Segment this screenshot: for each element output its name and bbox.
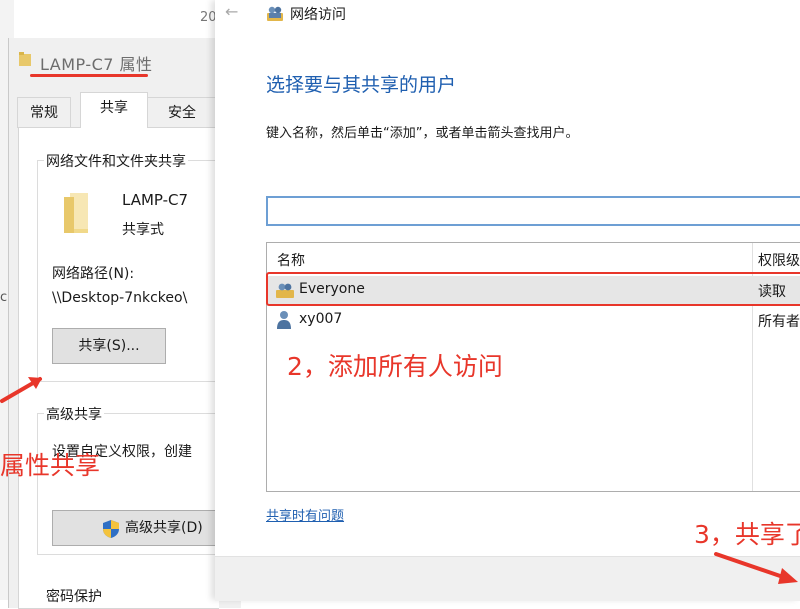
annotation-arrow-icon [0, 377, 42, 403]
annotation-step2: 2，添加所有人访问 [287, 352, 503, 381]
share-button[interactable]: 共享(S)... [52, 328, 166, 364]
annotation-step1: 属性共享 [0, 451, 101, 480]
wizard-window-title: 网络访问 [290, 7, 346, 23]
advanced-sharing-button-label: 高级共享(D) [125, 520, 203, 536]
password-protection-label: 密码保护 [44, 586, 104, 606]
network-users-icon [267, 6, 283, 21]
user-name: xy007 [299, 311, 343, 327]
tab-general[interactable]: 常规 [17, 97, 71, 128]
uac-shield-icon [103, 520, 119, 538]
shared-folder-icon [64, 193, 88, 233]
network-path-label: 网络路径(N): [52, 266, 135, 282]
tab-security[interactable]: 安全 [147, 97, 217, 128]
wizard-description: 键入名称，然后单击“添加”，或者单击箭头查找用户。 [266, 126, 579, 141]
back-arrow-icon[interactable]: ← [225, 2, 238, 21]
network-sharing-label: 网络文件和文件夹共享 [44, 151, 188, 171]
column-header-permission[interactable]: 权限级 [758, 250, 800, 270]
annotation-arrow-icon [714, 552, 798, 584]
background-fragment: c [0, 290, 8, 305]
user-permission[interactable]: 所有者 [758, 311, 800, 331]
annotation-step3: 3，共享了 [694, 520, 800, 549]
table-row[interactable]: xy007 所有者 [267, 306, 800, 334]
network-path-value: \\Desktop-7nkckeo\ [52, 290, 188, 306]
column-header-name[interactable]: 名称 [277, 250, 305, 270]
folder-share-status: 共享式 [122, 222, 164, 238]
sharing-help-link[interactable]: 共享时有问题 [266, 505, 344, 524]
annotation-highlight-box [266, 272, 800, 306]
user-name-input[interactable] [266, 196, 800, 226]
properties-dialog-title: LAMP-C7 属性 [40, 55, 153, 74]
annotation-underline [30, 74, 148, 77]
advanced-sharing-label: 高级共享 [44, 404, 104, 424]
folder-name: LAMP-C7 [122, 191, 189, 209]
advanced-sharing-button[interactable]: 高级共享(D) [52, 510, 216, 546]
wizard-heading: 选择要与其共享的用户 [266, 74, 457, 96]
user-icon [277, 311, 291, 329]
folder-icon [19, 52, 31, 66]
tab-sharing[interactable]: 共享 [80, 92, 148, 128]
